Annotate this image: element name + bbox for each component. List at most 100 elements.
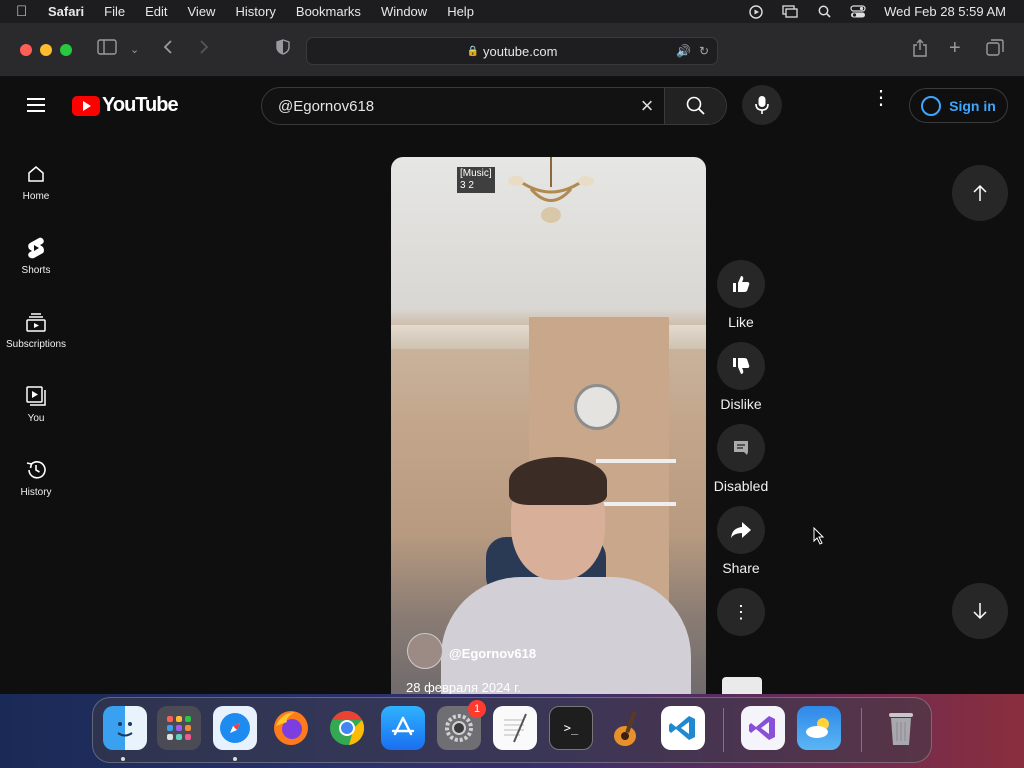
dislike-button[interactable] xyxy=(717,342,765,390)
menu-bookmarks[interactable]: Bookmarks xyxy=(296,4,361,19)
nav-item-shorts[interactable]: Shorts xyxy=(0,219,72,293)
control-center-icon[interactable] xyxy=(850,5,866,19)
menu-help[interactable]: Help xyxy=(447,4,474,19)
app-store-icon[interactable] xyxy=(381,706,425,750)
tab-overview-icon[interactable] xyxy=(986,39,1004,62)
more-options-button[interactable]: ⋮ xyxy=(717,588,765,636)
video-frame-person-body xyxy=(441,577,691,694)
firefox-icon[interactable] xyxy=(269,706,313,750)
history-icon xyxy=(25,459,47,481)
share-icon[interactable] xyxy=(912,39,928,62)
video-frame-shelf xyxy=(596,502,676,506)
chevron-down-icon[interactable]: ⌄ xyxy=(130,43,139,56)
video-caption: [Music] 3 2 xyxy=(457,167,495,193)
address-bar[interactable]: 🔒 youtube.com 🔊 ↻ xyxy=(306,37,718,65)
zoom-window-button[interactable] xyxy=(60,44,72,56)
apple-icon[interactable]:  xyxy=(16,3,36,20)
voice-search-button[interactable] xyxy=(742,85,782,125)
vscode-icon[interactable] xyxy=(661,706,705,750)
caption-line: 3 2 xyxy=(460,180,474,191)
youtube-page: YouTube @Egornov618 × ⋮ Sign in Home Sho… xyxy=(0,77,1024,694)
previous-video-button[interactable] xyxy=(952,165,1008,221)
menu-window[interactable]: Window xyxy=(381,4,427,19)
audio-playing-icon[interactable]: 🔊 xyxy=(676,44,691,58)
menu-icon[interactable] xyxy=(27,98,45,116)
menu-file[interactable]: File xyxy=(104,4,125,19)
screen-mirroring-icon[interactable] xyxy=(782,5,798,19)
textedit-icon[interactable] xyxy=(493,706,537,750)
channel-avatar[interactable] xyxy=(407,633,443,669)
nav-item-home[interactable]: Home xyxy=(0,145,72,219)
close-window-button[interactable] xyxy=(20,44,32,56)
launchpad-icon[interactable] xyxy=(157,706,201,750)
share-arrow-icon xyxy=(731,522,751,538)
menu-edit[interactable]: Edit xyxy=(145,4,167,19)
shorts-video-player[interactable]: [Music] 3 2 @Egornov618 28 февраля 2024 … xyxy=(391,157,706,694)
thumbs-down-icon xyxy=(733,358,750,374)
menu-view[interactable]: View xyxy=(188,4,216,19)
reload-icon[interactable]: ↻ xyxy=(699,44,709,58)
back-arrow-icon[interactable] xyxy=(162,39,174,60)
shorts-actions: Like Dislike Disabled Share ⋮ xyxy=(710,260,772,648)
arrow-up-icon xyxy=(973,184,987,201)
youtube-wordmark: YouTube xyxy=(102,94,179,116)
comment-icon xyxy=(734,441,748,455)
forward-arrow-icon[interactable] xyxy=(198,39,210,60)
notification-badge: 1 xyxy=(468,700,486,718)
menu-history[interactable]: History xyxy=(235,4,275,19)
sidebar-toggle-icon[interactable] xyxy=(97,39,117,60)
dock: 1 >_ xyxy=(92,697,932,763)
video-frame-lamp xyxy=(501,157,601,227)
url-text: youtube.com xyxy=(483,43,558,59)
nav-item-history[interactable]: History xyxy=(0,441,72,515)
system-settings-icon[interactable]: 1 xyxy=(437,700,486,750)
like-label: Like xyxy=(728,314,754,330)
like-button[interactable] xyxy=(717,260,765,308)
chrome-icon[interactable] xyxy=(325,706,369,750)
youtube-logo[interactable]: YouTube xyxy=(72,94,179,117)
share-action: Share xyxy=(710,506,772,576)
share-label: Share xyxy=(722,560,760,576)
weather-icon[interactable] xyxy=(797,706,841,750)
trash-icon[interactable] xyxy=(879,706,923,750)
like-action: Like xyxy=(710,260,772,330)
privacy-shield-icon[interactable] xyxy=(276,39,290,60)
finder-icon[interactable] xyxy=(103,706,147,750)
video-date: 28 февраля 2024 г. xyxy=(406,680,521,694)
more-action: ⋮ xyxy=(710,588,772,636)
search-icon xyxy=(686,96,705,115)
new-tab-icon[interactable]: + xyxy=(949,37,961,60)
menu-app-name[interactable]: Safari xyxy=(48,4,84,19)
visual-studio-icon[interactable] xyxy=(741,706,785,750)
sign-in-label: Sign in xyxy=(949,97,996,114)
settings-more-icon[interactable]: ⋮ xyxy=(871,88,891,108)
shorts-icon xyxy=(25,237,47,259)
nav-item-subscriptions[interactable]: Subscriptions xyxy=(0,293,72,367)
share-button[interactable] xyxy=(717,506,765,554)
nav-item-you[interactable]: You xyxy=(0,367,72,441)
minimize-window-button[interactable] xyxy=(40,44,52,56)
garageband-icon[interactable] xyxy=(605,706,649,750)
account-icon xyxy=(921,95,942,116)
search-button[interactable] xyxy=(664,88,726,124)
next-video-button[interactable] xyxy=(952,583,1008,639)
lock-icon: 🔒 xyxy=(466,45,479,57)
terminal-icon[interactable]: >_ xyxy=(549,706,593,750)
you-icon xyxy=(25,385,47,407)
nav-label-history: History xyxy=(20,486,52,498)
safari-app-icon[interactable] xyxy=(213,706,257,750)
comments-button[interactable] xyxy=(717,424,765,472)
youtube-play-icon xyxy=(72,95,100,116)
now-playing-icon[interactable] xyxy=(748,4,764,19)
menu-clock[interactable]: Wed Feb 28 5:59 AM xyxy=(884,4,1006,19)
nav-label-home: Home xyxy=(22,190,50,202)
search-input[interactable]: @Egornov618 xyxy=(262,98,630,115)
channel-name[interactable]: @Egornov618 xyxy=(449,646,536,661)
clear-search-icon[interactable]: × xyxy=(630,93,664,119)
sign-in-button[interactable]: Sign in xyxy=(909,88,1008,123)
sound-thumbnail[interactable] xyxy=(722,677,762,694)
comments-label: Disabled xyxy=(713,478,769,494)
mouse-cursor-icon xyxy=(813,526,825,550)
spotlight-search-icon[interactable] xyxy=(816,5,832,19)
nav-label-you: You xyxy=(27,412,45,424)
